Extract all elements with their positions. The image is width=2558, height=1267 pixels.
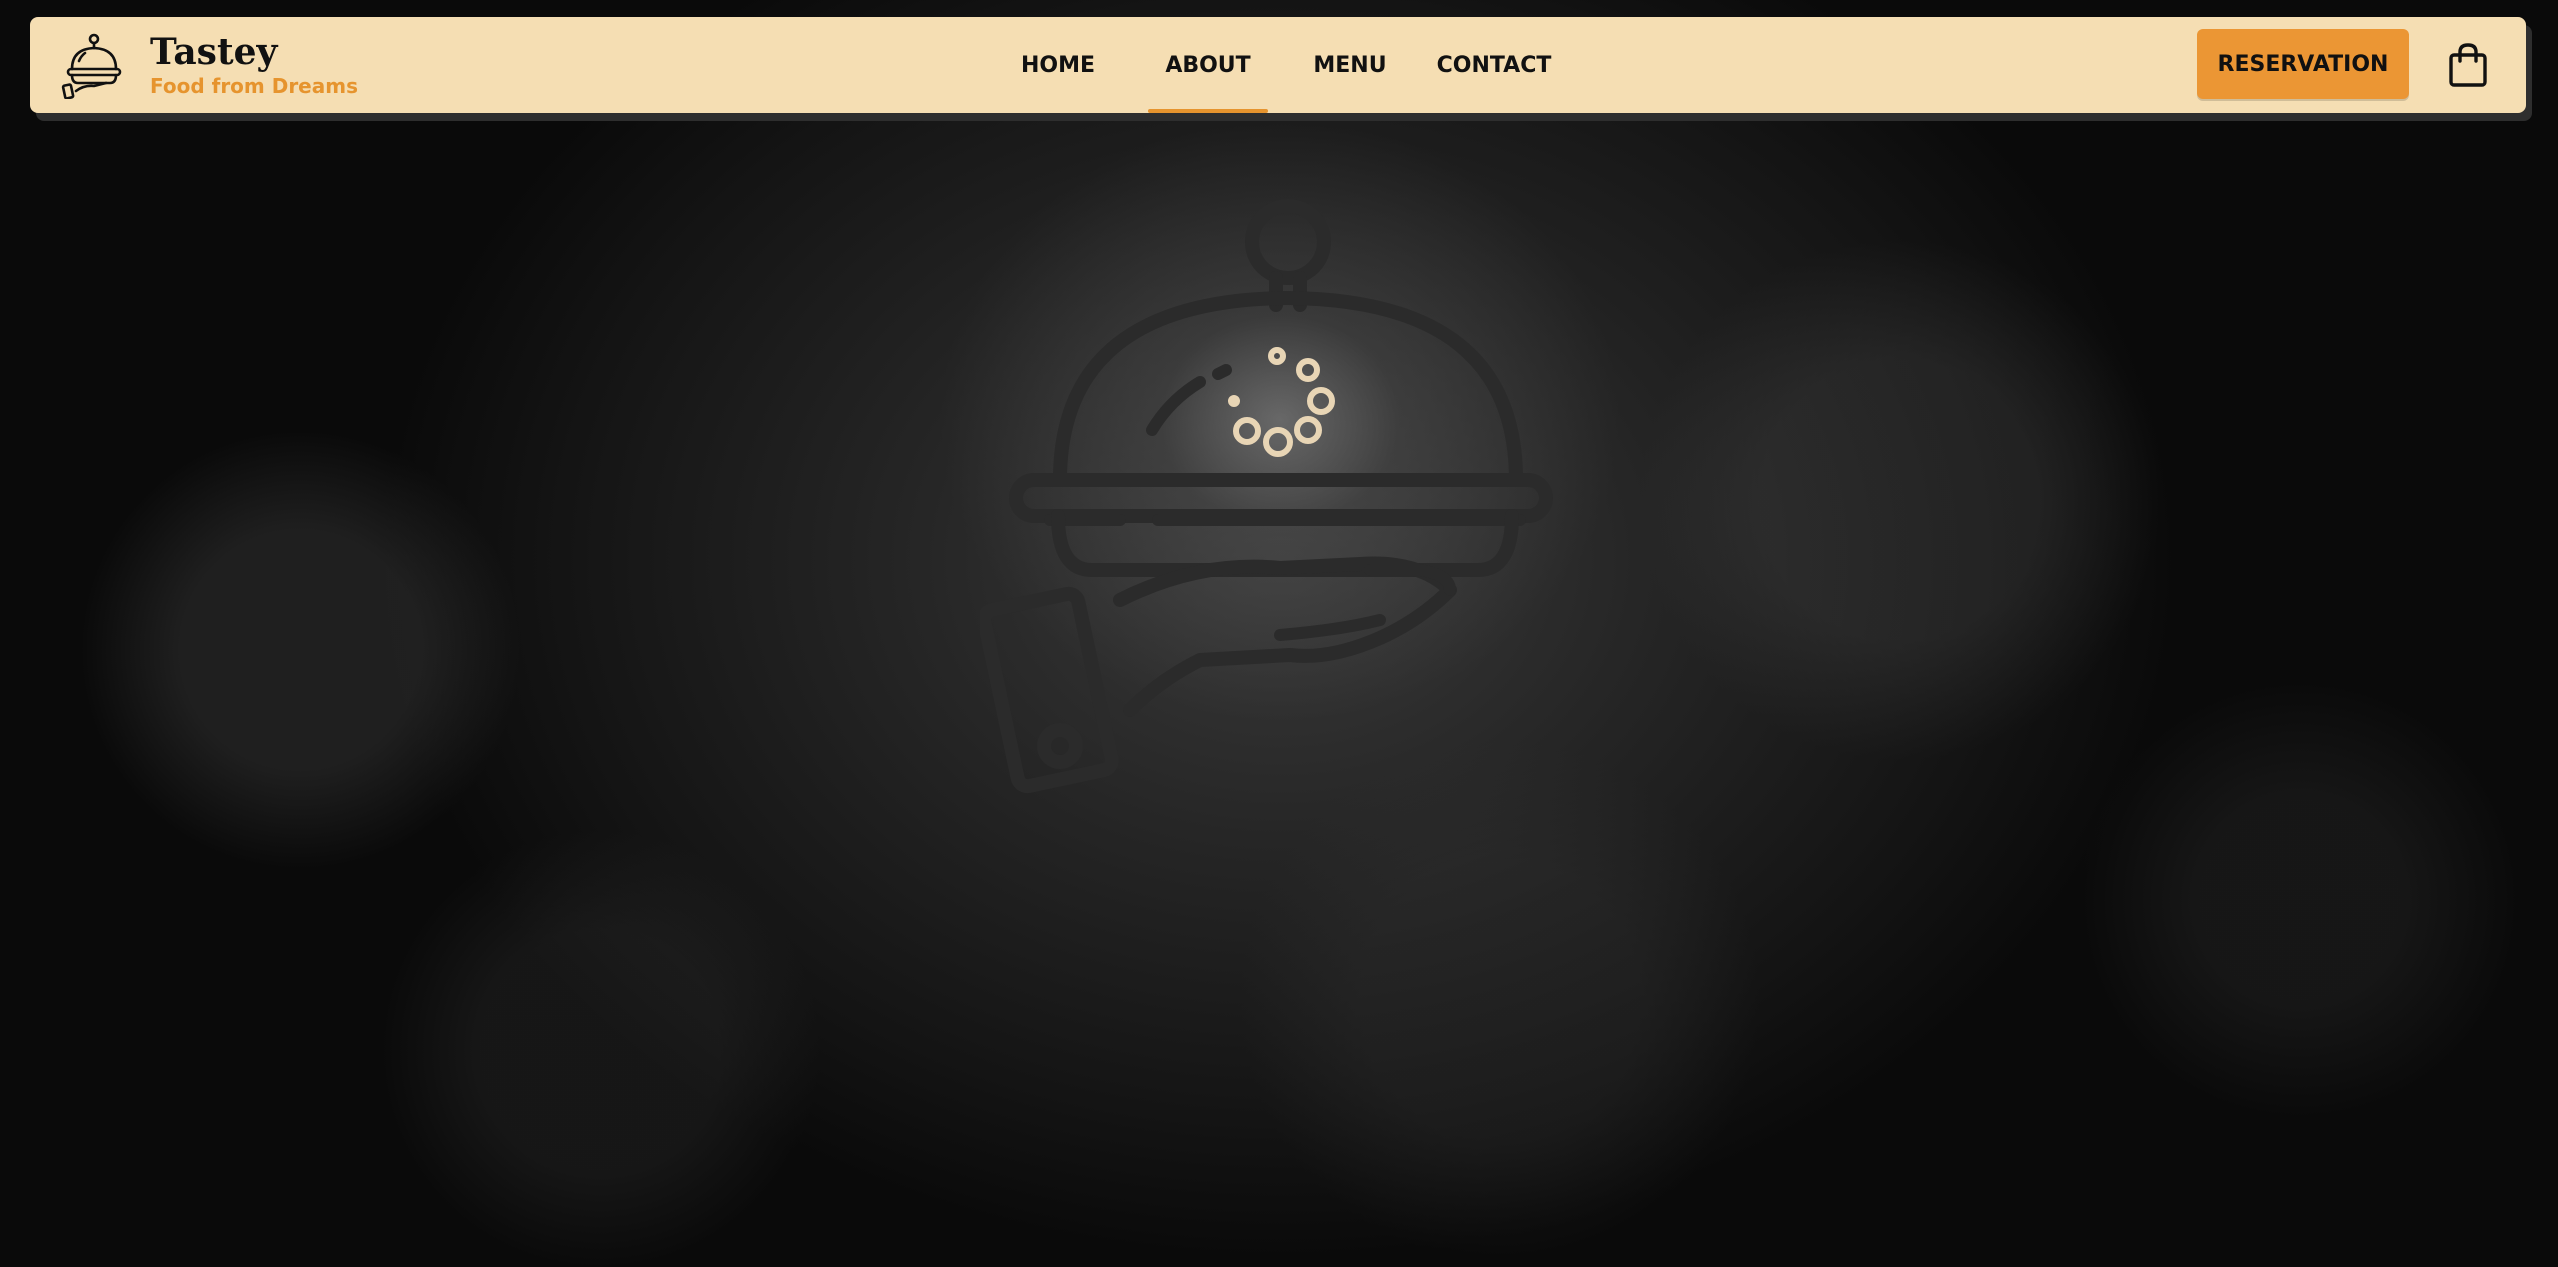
main-nav: HOME ABOUT MENU CONTACT — [1006, 17, 1564, 113]
shopping-bag-icon — [2449, 43, 2487, 87]
cloche-on-hand-icon — [61, 33, 122, 99]
page-background: Tastey Food from Dreams HOME ABOUT MENU … — [0, 0, 2558, 1267]
cart-button[interactable] — [2442, 39, 2494, 91]
navbar: Tastey Food from Dreams HOME ABOUT MENU … — [30, 17, 2526, 113]
nav-link-menu[interactable]: MENU — [1300, 17, 1400, 113]
nav-link-contact[interactable]: CONTACT — [1424, 17, 1564, 113]
serving-cloche-hand-icon — [977, 199, 1553, 794]
nav-link-about[interactable]: ABOUT — [1148, 17, 1268, 113]
nav-link-home[interactable]: HOME — [998, 17, 1118, 113]
brand-tagline: Food from Dreams — [150, 74, 358, 98]
brand[interactable]: Tastey Food from Dreams — [60, 29, 358, 101]
reservation-button[interactable]: RESERVATION — [2197, 29, 2409, 99]
loading-spinner-icon — [1228, 347, 1335, 457]
brand-name: Tastey — [150, 31, 278, 73]
hero-loader — [977, 190, 1580, 810]
